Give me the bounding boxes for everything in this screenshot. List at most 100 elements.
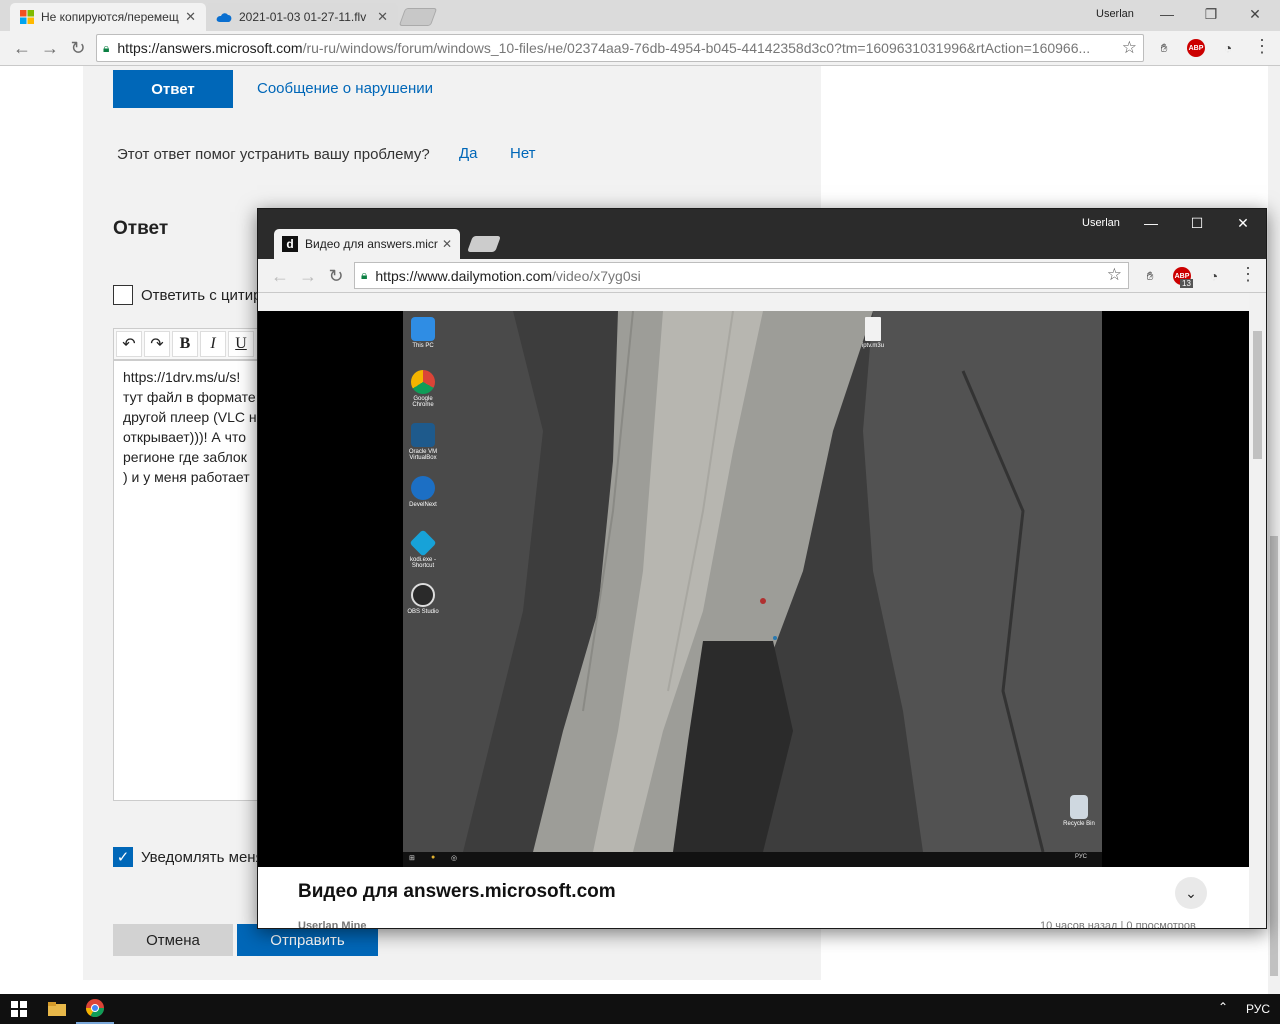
tab-label: Не копируются/перемещ [41, 10, 179, 24]
obs-icon: ◎ [451, 855, 458, 862]
address-bar[interactable]: 🔒︎ https://www.dailymotion.com /video/x7… [354, 262, 1129, 289]
scrollbar-thumb[interactable] [1270, 536, 1278, 976]
answer-button[interactable]: Ответ [113, 70, 233, 108]
speedometer-icon[interactable]: ◔ [1219, 39, 1237, 57]
desktop-icon-label: iptv.m3u [861, 343, 885, 349]
reload-icon[interactable]: ↻ [324, 264, 348, 288]
back-arrow-icon[interactable]: ← [10, 36, 34, 60]
video-meta: 10 часов назад | 0 просмотров [1040, 920, 1196, 929]
channel-name[interactable]: Userlan Mine [298, 920, 366, 928]
desktop-icon-kodi[interactable]: kodi.exe - Shortcut [403, 529, 443, 569]
bookmark-star-icon[interactable]: ☆ [1122, 38, 1137, 58]
desktop-icon-this-pc[interactable]: This PC [403, 317, 443, 349]
popup-tab-dailymotion[interactable]: d Видео для answers.micro ✕ [274, 229, 460, 259]
close-window-icon[interactable]: ✕ [1232, 0, 1278, 28]
dailymotion-page: This PC Google Chrome Oracle VM VirtualB… [258, 293, 1249, 929]
video-frame[interactable]: This PC Google Chrome Oracle VM VirtualB… [403, 311, 1102, 867]
extension-hand-icon[interactable]: ✋︎ [1141, 267, 1159, 285]
show-hidden-icons[interactable]: ⌃ [1218, 1000, 1228, 1014]
desktop-icon-develnext[interactable]: DevelNext [403, 476, 443, 508]
url-host: https://www.dailymotion.com [375, 267, 553, 284]
close-tab-icon[interactable]: ✕ [442, 237, 452, 251]
back-arrow-icon[interactable]: ← [268, 264, 292, 288]
report-abuse-link[interactable]: Сообщение о нарушении [257, 80, 433, 97]
extension-hand-icon[interactable]: ✋︎ [1155, 39, 1173, 57]
virtualbox-icon [411, 423, 435, 447]
popup-scrollbar[interactable] [1249, 293, 1266, 928]
maximize-icon[interactable]: ☐ [1174, 209, 1220, 237]
profile-name[interactable]: Userlan [1082, 217, 1120, 229]
desktop-icon-label: Recycle Bin [1063, 821, 1095, 827]
profile-name[interactable]: Userlan [1096, 8, 1134, 20]
tab-label: 2021-01-03 01-27-11.flv [239, 10, 367, 24]
forward-arrow-icon[interactable]: → [38, 36, 62, 60]
video-player[interactable]: This PC Google Chrome Oracle VM VirtualB… [258, 311, 1249, 867]
url-path: /ru-ru/windows/forum/windows_10-files/не… [302, 40, 1091, 56]
desktop-icon-label: Oracle VM VirtualBox [408, 449, 438, 461]
underline-icon[interactable]: U [228, 331, 254, 357]
develnext-icon [411, 476, 435, 500]
adblock-plus-icon[interactable]: ABP [1187, 39, 1205, 57]
undo-icon[interactable]: ↶ [116, 331, 142, 357]
new-tab-button[interactable] [467, 236, 501, 252]
page-scrollbar[interactable] [1268, 66, 1280, 994]
pc-icon [411, 317, 435, 341]
scrollbar-thumb[interactable] [1253, 331, 1262, 459]
video-title: Видео для answers.microsoft.com [298, 881, 616, 902]
desktop-icon-recycle-bin[interactable]: Recycle Bin [1059, 795, 1099, 827]
recorded-taskbar: ⊞ ● ◎ РУС [403, 852, 1102, 867]
desktop-icon-iptv[interactable]: iptv.m3u [853, 317, 893, 349]
browser-tab-answers[interactable]: Не копируются/перемещ ✕ [10, 3, 206, 31]
reload-icon[interactable]: ↻ [66, 36, 90, 60]
helpful-yes-link[interactable]: Да [459, 145, 478, 162]
onedrive-cloud-icon [216, 13, 232, 22]
cancel-button[interactable]: Отмена [113, 924, 233, 956]
desktop-icon-obs[interactable]: OBS Studio [403, 583, 443, 615]
notify-checkbox[interactable]: ✓ [113, 847, 133, 867]
quote-checkbox[interactable] [113, 285, 133, 305]
file-explorer-icon[interactable] [38, 994, 76, 1024]
windows-start-icon: ⊞ [409, 855, 415, 862]
close-window-icon[interactable]: ✕ [1220, 209, 1266, 237]
windows-start-icon[interactable] [0, 994, 38, 1024]
forward-arrow-icon[interactable]: → [296, 264, 320, 288]
desktop-icon-label: This PC [412, 343, 434, 349]
browser-toolbar: ← → ↻ 🔒︎ https://answers.microsoft.com /… [0, 31, 1280, 66]
video-info: Видео для answers.microsoft.com ⌄ Userla… [258, 867, 1249, 929]
expand-chevron-icon[interactable]: ⌄ [1175, 877, 1207, 909]
browser-tab-onedrive[interactable]: 2021-01-03 01-27-11.flv ✕ [206, 3, 398, 31]
quote-checkbox-label: Ответить с цитир [141, 287, 262, 304]
reply-heading: Ответ [113, 218, 169, 239]
language-indicator[interactable]: РУС [1246, 1002, 1270, 1016]
dailymotion-logo-icon: d [282, 236, 298, 252]
browser-menu-icon[interactable]: ⋮ [1239, 265, 1257, 283]
file-icon [865, 317, 881, 341]
close-tab-icon[interactable]: ✕ [377, 9, 388, 25]
restore-icon[interactable]: ❐ [1188, 0, 1234, 28]
lock-icon: 🔒︎ [361, 268, 368, 282]
notify-checkbox-label: Уведомлять меня [141, 849, 264, 866]
browser-menu-icon[interactable]: ⋮ [1253, 37, 1271, 55]
windows-taskbar: ⌃ РУС [0, 994, 1280, 1024]
browser-titlebar: Не копируются/перемещ ✕ 2021-01-03 01-27… [0, 0, 1280, 31]
italic-icon[interactable]: I [200, 331, 226, 357]
close-tab-icon[interactable]: ✕ [185, 9, 196, 25]
chrome-icon: ● [431, 854, 436, 861]
desktop-icon-virtualbox[interactable]: Oracle VM VirtualBox [403, 423, 443, 461]
helpful-no-link[interactable]: Нет [510, 145, 536, 162]
minimize-icon[interactable]: — [1144, 0, 1190, 28]
redo-icon[interactable]: ↷ [144, 331, 170, 357]
video-popup-window: d Видео для answers.micro ✕ Userlan — ☐ … [257, 208, 1267, 929]
minimize-icon[interactable]: — [1128, 209, 1174, 237]
bookmark-star-icon[interactable]: ☆ [1107, 265, 1122, 285]
chrome-icon[interactable] [76, 994, 114, 1024]
address-bar[interactable]: 🔒︎ https://answers.microsoft.com /ru-ru/… [96, 34, 1144, 62]
desktop-icons: This PC Google Chrome Oracle VM VirtualB… [403, 311, 1102, 852]
chrome-icon [411, 370, 435, 394]
speedometer-icon[interactable]: ◔ [1205, 267, 1223, 285]
tab-label: Видео для answers.micro [305, 237, 438, 251]
helpful-question: Этот ответ помог устранить вашу проблему… [117, 146, 430, 163]
desktop-icon-chrome[interactable]: Google Chrome [403, 370, 443, 408]
bold-icon[interactable]: B [172, 331, 198, 357]
new-tab-button[interactable] [398, 8, 438, 26]
